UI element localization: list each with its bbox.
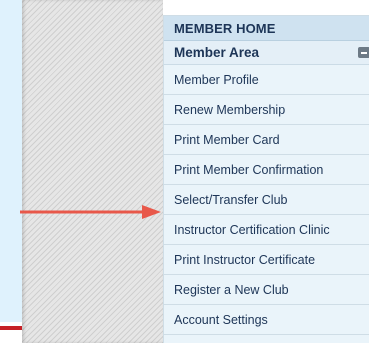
menu-item-member-profile[interactable]: Member Profile — [164, 65, 369, 95]
menu-item-account-settings[interactable]: Account Settings — [164, 305, 369, 335]
member-home-menu: MEMBER HOME Member Area Member Profile R… — [163, 15, 369, 343]
arrow-right-icon — [20, 205, 161, 219]
collapse-icon[interactable] — [358, 47, 369, 58]
hatched-overlay — [22, 0, 163, 343]
menu-item-select-transfer-club[interactable]: Select/Transfer Club — [164, 185, 369, 215]
left-panel-background — [0, 0, 22, 322]
member-area-section[interactable]: Member Area — [164, 41, 369, 65]
menu-item-print-instructor-certificate[interactable]: Print Instructor Certificate — [164, 245, 369, 275]
menu-item-instructor-certification-clinic[interactable]: Instructor Certification Clinic — [164, 215, 369, 245]
menu-item-print-member-card[interactable]: Print Member Card — [164, 125, 369, 155]
menu-item-print-member-confirmation[interactable]: Print Member Confirmation — [164, 155, 369, 185]
menu-item-renew-membership[interactable]: Renew Membership — [164, 95, 369, 125]
menu-item-register-new-club[interactable]: Register a New Club — [164, 275, 369, 305]
menu-header: MEMBER HOME — [164, 16, 369, 41]
left-panel — [0, 0, 22, 343]
page: MEMBER HOME Member Area Member Profile R… — [0, 0, 369, 343]
member-area-label: Member Area — [174, 45, 260, 60]
left-panel-red-rule — [0, 326, 22, 330]
